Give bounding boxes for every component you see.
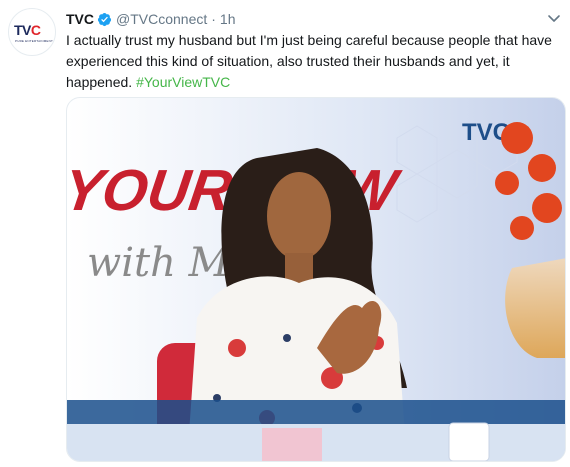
author-handle[interactable]: @TVCconnect — [116, 11, 207, 27]
tweet-text: I actually trust my husband but I'm just… — [66, 30, 556, 93]
tweet-media-image[interactable]: YOUR VIEW with Mo TVC — [66, 97, 566, 462]
tv-broadcast-image: YOUR VIEW with Mo TVC — [67, 98, 565, 461]
tweet-header: TVC @TVCconnect · 1h — [66, 9, 236, 29]
tweet[interactable]: TVC PURE ENTERTAINMENT TVC @TVCconnect ·… — [0, 0, 570, 467]
author-name[interactable]: TVC — [66, 11, 94, 27]
chevron-down-icon[interactable] — [546, 10, 562, 26]
avatar-logo-subtext: PURE ENTERTAINMENT — [15, 39, 53, 43]
separator-dot: · — [211, 11, 216, 27]
verified-badge-icon — [97, 12, 112, 26]
avatar-logo: TVC — [14, 22, 41, 38]
hashtag-link[interactable]: #YourViewTVC — [136, 74, 230, 90]
tweet-timestamp[interactable]: 1h — [220, 11, 236, 27]
avatar[interactable]: TVC PURE ENTERTAINMENT — [8, 8, 56, 56]
